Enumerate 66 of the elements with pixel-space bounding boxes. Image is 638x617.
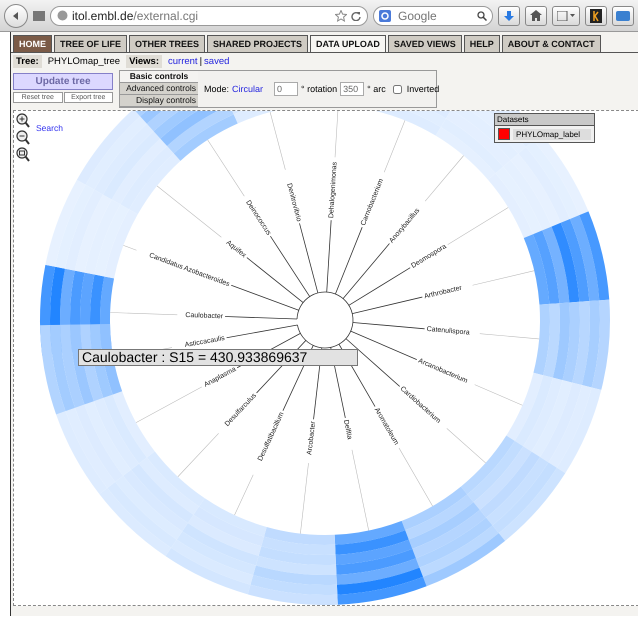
view-link[interactable]: saved [204,56,230,67]
leader-line [472,270,535,286]
leader-line [480,333,540,340]
control-tab[interactable]: Advanced controls [120,83,198,95]
value-tooltip: Caulobacter : S15 = 430.933869637 [78,349,358,366]
leader-line [398,448,433,506]
leader-line [123,245,137,251]
separator: | [200,56,202,67]
leader-line [384,120,406,173]
control-tab[interactable]: Basic controls [120,71,198,83]
k-logo-icon [590,8,602,22]
zoom-out-icon[interactable] [16,130,30,145]
google-logo-icon [379,10,391,22]
inverted-checkbox[interactable] [392,84,402,94]
leader-line [447,207,508,245]
view-link[interactable]: current [168,56,198,67]
arc-field[interactable]: 350 [340,82,364,96]
views-label: Views: [126,55,162,68]
star-icon[interactable] [335,10,347,22]
mode-label: Mode: [204,84,230,94]
inverted-label: Inverted [406,84,440,94]
download-button[interactable] [498,6,520,26]
rotation-field[interactable]: 0 [274,82,298,96]
leader-line [136,386,202,423]
legend-item[interactable]: PHYLOmap_label [513,128,591,140]
tree-label: Tree: [13,55,42,68]
search-icon[interactable] [477,10,487,20]
zoom-reset-icon[interactable] [16,147,30,162]
rotation-label: ° rotation [301,84,338,94]
arc-label: ° arc [367,84,386,94]
mode-link[interactable]: Circular [232,84,264,94]
leader-line [110,312,178,316]
leader-line [270,112,286,170]
nav-tab[interactable]: ABOUT & CONTACT [502,35,601,52]
address-bar[interactable]: itol.embl.de/external.cgi [50,6,368,26]
leader-line [300,462,309,534]
leader-line [234,474,254,516]
leader-line [178,433,219,478]
url-text: itol.embl.de/external.cgi [72,8,198,22]
search-link[interactable]: Search [36,123,63,133]
nav-tab[interactable]: SHARED PROJECTS [207,35,308,52]
home-button[interactable] [525,6,547,26]
update-tree-button[interactable]: Update tree [13,73,113,90]
house-icon [530,10,542,21]
bookmarks-button[interactable] [552,6,580,26]
search-field[interactable]: Google [373,6,493,26]
leader-line [334,111,339,158]
download-arrow-icon [503,10,515,22]
leader-line [446,428,486,464]
control-tab[interactable]: Display controls [120,95,198,107]
back-button[interactable] [4,4,28,28]
nav-tab[interactable]: HOME [13,35,52,52]
tree-name: PHYLOmap_tree [48,56,120,67]
legend-title: Datasets [495,114,594,126]
zoom-in-icon[interactable] [16,113,30,128]
nav-tab[interactable]: OTHER TREES [129,35,206,52]
reload-icon[interactable] [351,10,361,20]
nav-tab[interactable]: DATA UPLOAD [310,35,386,52]
extension-button[interactable] [585,6,607,26]
bookmark-menu-icon [557,10,575,20]
leader-line [474,384,523,406]
nav-tab[interactable]: TREE OF LIFE [54,35,128,52]
nav-tab[interactable]: SAVED VIEWS [388,35,462,52]
back-arrow-icon [11,10,21,20]
nav-tab[interactable]: HELP [464,35,500,52]
leader-line [424,155,464,202]
